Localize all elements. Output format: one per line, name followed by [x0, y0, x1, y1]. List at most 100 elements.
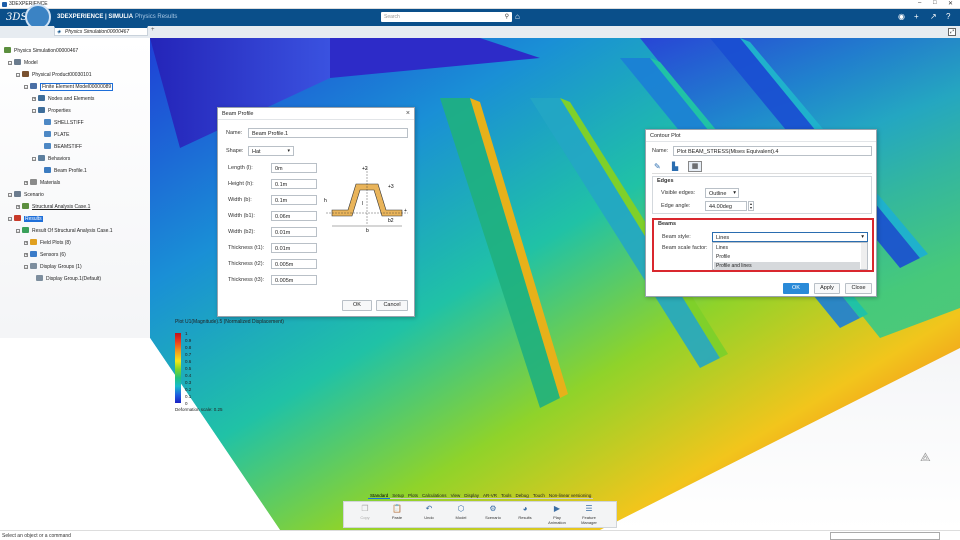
- tree-shellstiff[interactable]: SHELLSTIFF: [44, 119, 84, 126]
- dropdown-option[interactable]: Profile: [714, 253, 860, 261]
- tree-behaviors[interactable]: - Behaviors: [32, 155, 70, 162]
- close-icon[interactable]: ×: [406, 110, 410, 117]
- edges-header: Edges: [657, 178, 674, 184]
- name-field[interactable]: Plot BEAM_STRESS(Mises Equivalent).4: [673, 146, 872, 156]
- tree-materials[interactable]: + Materials: [24, 179, 60, 186]
- tree-results[interactable]: - Results: [8, 215, 43, 222]
- action-tab[interactable]: Standard: [368, 493, 391, 499]
- action-tab[interactable]: Plots: [406, 493, 421, 499]
- collapse-icon[interactable]: -: [32, 109, 36, 113]
- minimize-icon[interactable]: –: [918, 0, 921, 6]
- action-tab[interactable]: AR-VR: [481, 493, 500, 499]
- action-tab[interactable]: Debug: [513, 493, 531, 499]
- beam-style-select[interactable]: Lines ▾: [712, 232, 868, 242]
- param-field[interactable]: 0.1m: [271, 179, 317, 189]
- tree-plate[interactable]: PLATE: [44, 131, 69, 138]
- expand-icon[interactable]: ⤢: [948, 28, 956, 36]
- scenario-button[interactable]: ⚙ Scenario: [482, 504, 504, 527]
- ok-button[interactable]: OK: [342, 300, 372, 311]
- tree-root[interactable]: Physics Simulation00000467: [4, 47, 78, 54]
- dropdown-scrollbar[interactable]: [861, 243, 867, 269]
- collapse-icon[interactable]: -: [8, 61, 12, 65]
- copy-button[interactable]: ❐ Copy: [354, 504, 376, 527]
- action-tab[interactable]: Display: [462, 493, 482, 499]
- tree-analysis-case[interactable]: + Structural Analysis Case.1: [16, 203, 90, 210]
- tree-field-plots[interactable]: + Field Plots (8): [24, 239, 71, 246]
- tree-beamstiff[interactable]: BEAMSTIFF: [44, 143, 82, 150]
- close-button[interactable]: Close: [845, 283, 872, 294]
- action-tab[interactable]: Non-linear versioning: [546, 493, 594, 499]
- action-tab[interactable]: Tools: [499, 493, 514, 499]
- expand-node-icon[interactable]: +: [24, 181, 28, 185]
- collapse-icon[interactable]: -: [24, 85, 28, 89]
- action-tab[interactable]: Calculations: [420, 493, 449, 499]
- cancel-button[interactable]: Cancel: [376, 300, 408, 311]
- param-field[interactable]: 0.01m: [271, 227, 317, 237]
- search-input[interactable]: Search ⚲: [381, 12, 512, 22]
- collapse-icon[interactable]: -: [24, 265, 28, 269]
- shape-select[interactable]: Hat ▾: [248, 146, 294, 156]
- tree-display-groups[interactable]: - Display Groups (1): [24, 263, 82, 270]
- param-field[interactable]: 0.06m: [271, 211, 317, 221]
- undo-button[interactable]: ↶ Undo: [418, 504, 440, 527]
- tree-model[interactable]: - Model: [8, 59, 38, 66]
- ok-button[interactable]: OK: [783, 283, 809, 294]
- tree-display-group1[interactable]: Display Group.1(Default): [36, 275, 101, 282]
- help-icon[interactable]: ?: [946, 12, 950, 21]
- close-window-icon[interactable]: ✕: [948, 0, 953, 7]
- expand-node-icon[interactable]: +: [32, 97, 36, 101]
- expand-node-icon[interactable]: +: [24, 253, 28, 257]
- edge-angle-field[interactable]: 44.00deg: [705, 201, 747, 211]
- param-field[interactable]: 0.01m: [271, 243, 317, 253]
- paste-button[interactable]: 📋 Paste: [386, 504, 408, 527]
- collapse-icon[interactable]: -: [16, 73, 20, 77]
- user-icon[interactable]: ◉: [898, 12, 905, 21]
- share-icon[interactable]: ↗: [930, 12, 937, 21]
- fem-icon: [30, 83, 37, 89]
- collapse-icon[interactable]: -: [16, 229, 20, 233]
- tag-icon[interactable]: ⌂: [515, 12, 520, 21]
- tree-physical-product[interactable]: - Physical Product00030101: [16, 71, 92, 78]
- add-tab-button[interactable]: +: [151, 27, 155, 33]
- param-field[interactable]: 0m: [271, 163, 317, 173]
- collapse-icon[interactable]: -: [8, 217, 12, 221]
- expand-node-icon[interactable]: +: [24, 241, 28, 245]
- tab-chart-icon[interactable]: ▙: [672, 162, 678, 171]
- search-icon[interactable]: ⚲: [505, 13, 509, 20]
- dropdown-option[interactable]: Lines: [714, 244, 860, 252]
- tree-label: Sensors (6): [40, 252, 66, 258]
- view-compass-icon[interactable]: ⟁: [920, 450, 931, 465]
- tree-nodes-elements[interactable]: + Nodes and Elements: [32, 95, 94, 102]
- tree-scenario[interactable]: - Scenario: [8, 191, 44, 198]
- collapse-icon[interactable]: -: [8, 193, 12, 197]
- play-animation-button[interactable]: ▶ Play Animation: [546, 504, 568, 527]
- param-field[interactable]: 0.005m: [271, 275, 317, 285]
- tree-result-of[interactable]: - Result Of Structural Analysis Case.1: [16, 227, 113, 234]
- maximize-icon[interactable]: □: [933, 0, 937, 6]
- name-field[interactable]: Beam Profile.1: [248, 128, 408, 138]
- tab-display-icon[interactable]: ▦: [688, 161, 702, 172]
- tree-sensors[interactable]: + Sensors (6): [24, 251, 66, 258]
- tab-physics-simulation[interactable]: ◈ Physics Simulation00000467: [54, 26, 148, 36]
- tab-pencil-icon[interactable]: ✎: [654, 162, 661, 171]
- param-field[interactable]: 0.1m: [271, 195, 317, 205]
- tree-properties[interactable]: - Properties: [32, 107, 71, 114]
- tree-fem[interactable]: - Finite Element Model00000089: [24, 83, 114, 91]
- tree-beam-profile[interactable]: Beam Profile.1: [44, 167, 87, 174]
- command-input[interactable]: [830, 532, 940, 540]
- apply-button[interactable]: Apply: [814, 283, 840, 294]
- feature-manager-button[interactable]: ☰ Feature Manager: [578, 504, 600, 527]
- action-tab[interactable]: Setup: [390, 493, 407, 499]
- results-button[interactable]: ◕ Results: [514, 504, 536, 527]
- action-tab[interactable]: Touch: [530, 493, 547, 499]
- param-field[interactable]: 0.005m: [271, 259, 317, 269]
- dropdown-option[interactable]: Profile and lines: [714, 262, 860, 270]
- materials-icon: [30, 179, 37, 185]
- expand-node-icon[interactable]: +: [16, 205, 20, 209]
- model-button[interactable]: ⬡ Model: [450, 504, 472, 527]
- edge-angle-spinner[interactable]: ▴ ▾: [748, 201, 754, 211]
- collapse-icon[interactable]: -: [32, 157, 36, 161]
- add-icon[interactable]: +: [914, 12, 919, 21]
- visible-edges-select[interactable]: Outline ▾: [705, 188, 739, 198]
- action-tab[interactable]: View: [448, 493, 463, 499]
